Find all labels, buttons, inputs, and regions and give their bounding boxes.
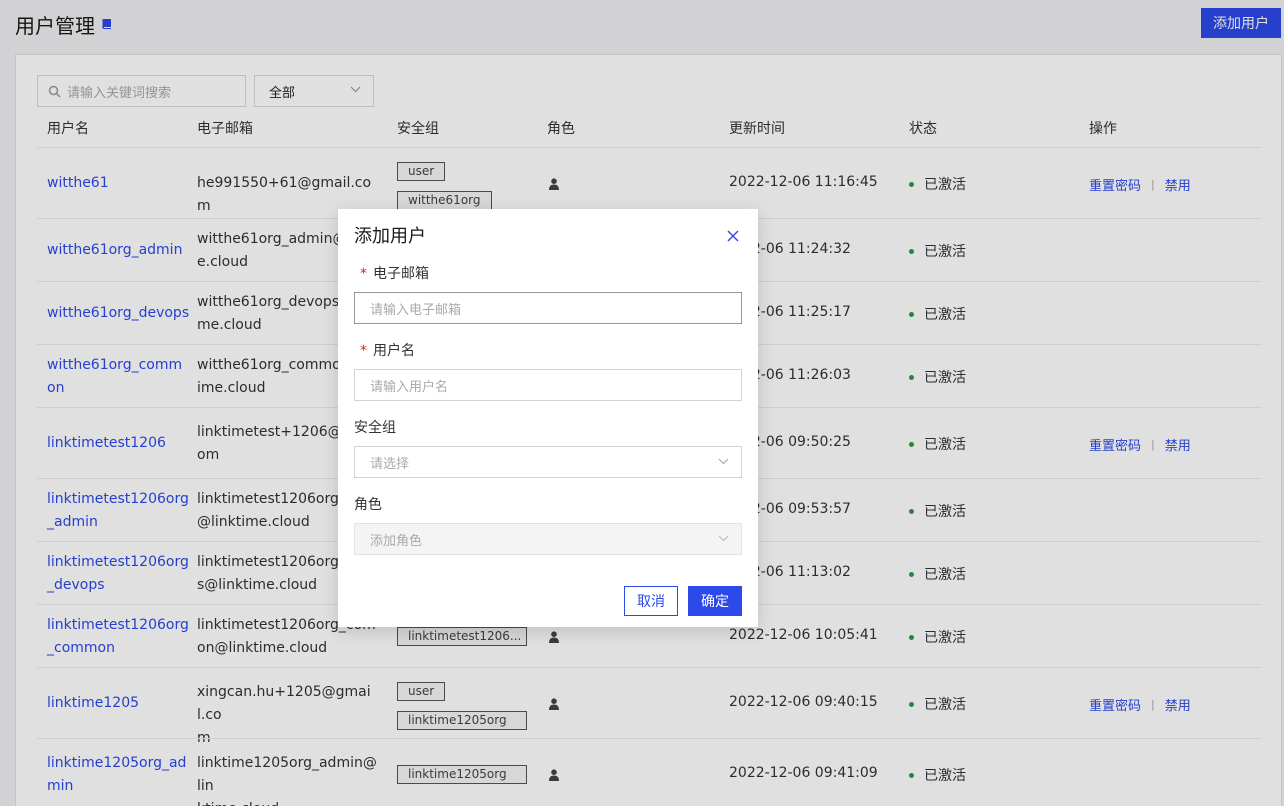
required-mark: * xyxy=(360,343,367,359)
confirm-button[interactable]: 确定 xyxy=(688,586,742,616)
security-group-select[interactable]: 请选择 xyxy=(354,446,742,478)
username-label: * 用户名 xyxy=(354,340,415,360)
chevron-down-icon xyxy=(718,458,729,465)
email-placeholder: 请输入电子邮箱 xyxy=(370,302,462,318)
role-placeholder: 添加角色 xyxy=(370,533,423,549)
email-field[interactable]: 请输入电子邮箱 xyxy=(354,292,742,324)
security-group-placeholder: 请选择 xyxy=(370,456,410,472)
add-user-dialog: 添加用户 * 电子邮箱 请输入电子邮箱 * 用户名 请输入用户名 安全组 请选择 角… xyxy=(338,209,758,627)
cancel-button[interactable]: 取消 xyxy=(624,586,678,616)
username-placeholder: 请输入用户名 xyxy=(370,379,449,395)
role-select[interactable]: 添加角色 xyxy=(354,523,742,555)
required-mark: * xyxy=(360,266,367,282)
email-label-text: 电子邮箱 xyxy=(373,266,429,282)
chevron-down-icon xyxy=(718,535,729,542)
dialog-title: 添加用户 xyxy=(354,226,426,247)
role-label: 角色 xyxy=(354,497,382,513)
username-field[interactable]: 请输入用户名 xyxy=(354,369,742,401)
security-group-label: 安全组 xyxy=(354,420,396,436)
close-icon[interactable] xyxy=(726,229,740,243)
username-label-text: 用户名 xyxy=(373,343,415,359)
email-label: * 电子邮箱 xyxy=(354,263,429,283)
